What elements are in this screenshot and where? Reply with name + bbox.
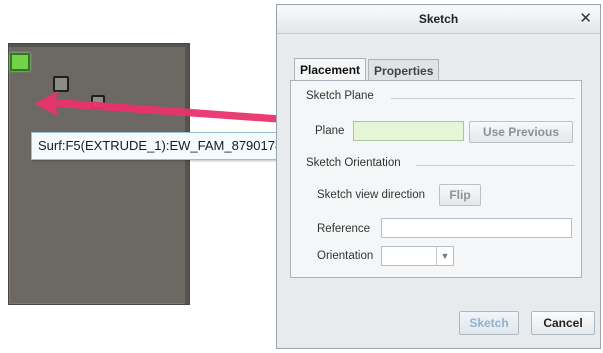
selected-surface-highlight[interactable] (10, 53, 30, 71)
divider (391, 98, 575, 99)
placement-panel: Sketch Plane Plane Use Previous Sketch O… (290, 80, 582, 278)
use-previous-button[interactable]: Use Previous (469, 121, 573, 143)
model-edge-right (185, 44, 189, 304)
close-icon[interactable]: ✕ (579, 5, 592, 33)
cancel-button[interactable]: Cancel (531, 311, 595, 335)
flip-button[interactable]: Flip (439, 184, 481, 206)
reference-field[interactable] (381, 218, 572, 238)
plane-label: Plane (315, 125, 345, 137)
reference-label: Reference (317, 223, 371, 235)
model-feature-cube[interactable] (53, 76, 69, 92)
model-viewport[interactable] (8, 43, 190, 305)
dialog-tabs: Placement Properties (294, 57, 441, 83)
dialog-title: Sketch (418, 12, 459, 26)
tab-properties[interactable]: Properties (368, 59, 440, 82)
model-feature-small-cube[interactable] (91, 95, 105, 109)
model-edge-top (9, 44, 189, 47)
surface-tooltip: Surf:F5(EXTRUDE_1):EW_FAM_879017892 (31, 132, 304, 160)
dialog-titlebar[interactable]: Sketch ✕ (277, 5, 600, 34)
orientation-label: Orientation (317, 250, 374, 262)
sketch-plane-group-label: Sketch Plane (306, 90, 378, 102)
sketch-button[interactable]: Sketch (459, 311, 519, 335)
view-direction-label: Sketch view direction (317, 189, 426, 201)
divider (416, 165, 575, 166)
orientation-select[interactable]: ▼ (381, 246, 454, 266)
sketch-dialog: Sketch ✕ Placement Properties Sketch Plan… (276, 4, 601, 349)
chevron-down-icon[interactable]: ▼ (436, 247, 453, 265)
plane-field[interactable] (353, 121, 464, 141)
sketch-orientation-group-label: Sketch Orientation (306, 157, 405, 169)
